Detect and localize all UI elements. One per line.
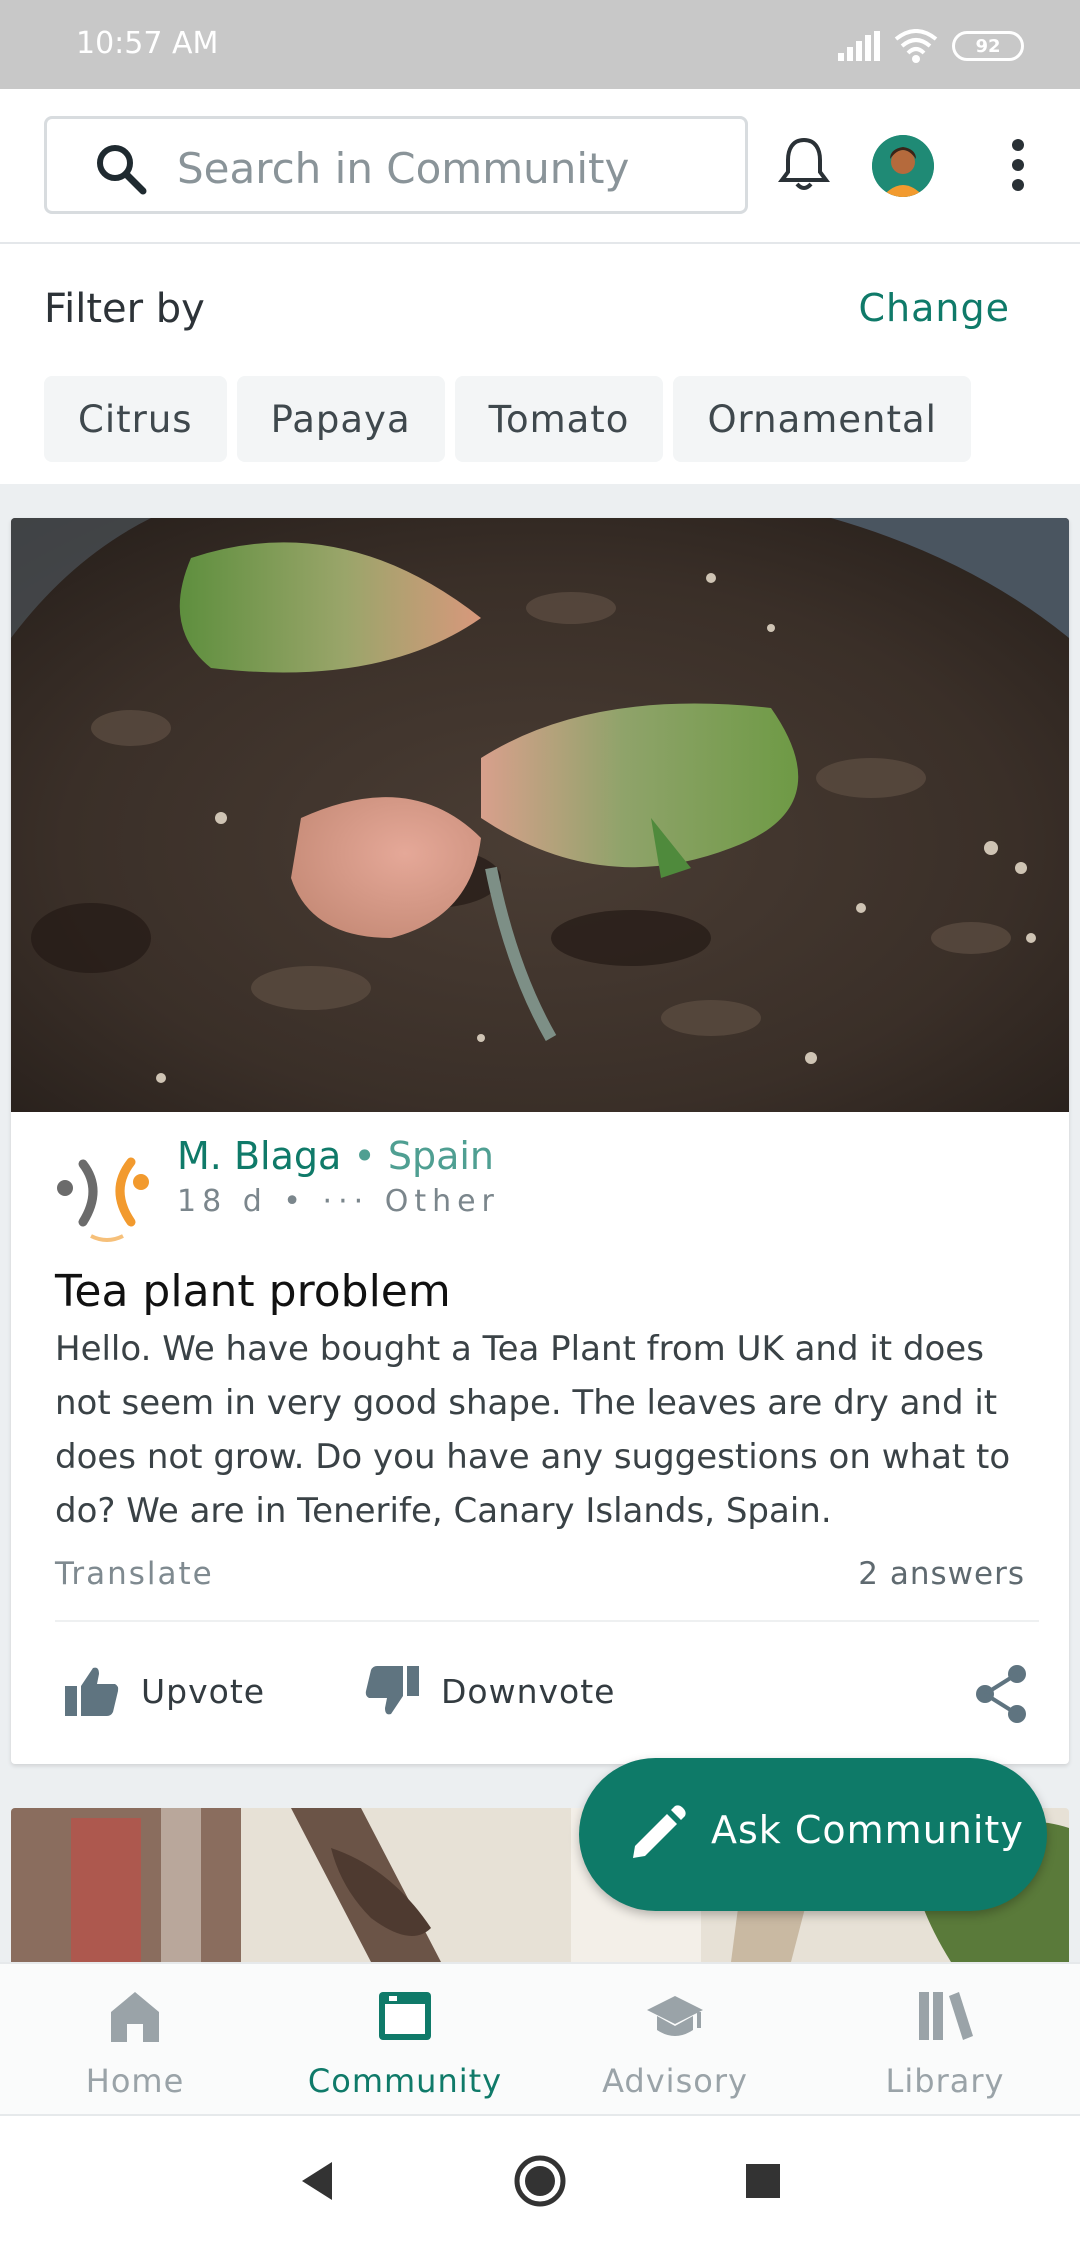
author-country: Spain (387, 1134, 495, 1178)
nav-library-label: Library (885, 2062, 1005, 2100)
ask-community-button[interactable]: Ask Community (579, 1758, 1047, 1911)
system-nav-bar (0, 2116, 1080, 2246)
back-icon[interactable] (288, 2148, 354, 2214)
battery-icon: 92 (952, 31, 1024, 61)
nav-advisory-label: Advisory (602, 2062, 748, 2100)
thumbs-down-icon (365, 1666, 419, 1715)
bell-icon[interactable] (774, 134, 834, 194)
share-icon[interactable] (973, 1664, 1029, 1724)
app-header: Search in Community (0, 89, 1080, 244)
bottom-nav: Home Community Advisory Library (0, 1962, 1080, 2116)
filter-chip-ornamental[interactable]: Ornamental (673, 376, 971, 462)
nav-community-label: Community (307, 2062, 503, 2100)
community-icon (379, 1992, 431, 2040)
post-meta: 18 d • ··· Other (177, 1184, 500, 1219)
upvote-label: Upvote (141, 1671, 266, 1711)
pencil-icon (633, 1805, 686, 1858)
library-icon (919, 1992, 973, 2040)
post-age: 18 d (177, 1184, 268, 1219)
thumbs-up-icon (65, 1667, 119, 1716)
post-card[interactable]: M. Blaga • Spain 18 d • ··· Other Tea pl… (11, 518, 1069, 1764)
filter-chip-tomato[interactable]: Tomato (454, 376, 664, 462)
nav-advisory[interactable]: Advisory (540, 1964, 810, 2118)
upvote-button[interactable]: Upvote (65, 1666, 265, 1716)
post-body[interactable]: Hello. We have bought a Tea Plant from U… (55, 1322, 1039, 1538)
signal-icon (838, 31, 880, 61)
filter-section: Filter by Change Citrus Papaya Tomato Or… (0, 244, 1080, 484)
divider (55, 1620, 1039, 1622)
search-input[interactable]: Search in Community (44, 116, 748, 214)
translate-button[interactable]: Translate (55, 1556, 214, 1592)
change-filter-button[interactable]: Change (859, 286, 1011, 330)
home-button-icon[interactable] (507, 2148, 573, 2214)
filter-chip-citrus[interactable]: Citrus (44, 376, 227, 462)
meta-separator: • (267, 1184, 323, 1219)
filter-title: Filter by (44, 286, 205, 332)
answers-count[interactable]: 2 answers (858, 1556, 1025, 1592)
author-line[interactable]: M. Blaga • Spain (177, 1134, 494, 1178)
wifi-icon (894, 29, 938, 63)
post-title[interactable]: Tea plant problem (55, 1266, 451, 1317)
nav-home[interactable]: Home (0, 1964, 270, 2118)
status-icons: 92 (838, 28, 1024, 64)
status-time: 10:57 AM (76, 26, 219, 61)
search-placeholder: Search in Community (177, 144, 630, 193)
search-icon (97, 145, 147, 195)
author-name[interactable]: M. Blaga (177, 1134, 341, 1178)
nav-home-label: Home (85, 2062, 185, 2100)
ask-community-label: Ask Community (711, 1808, 1024, 1852)
author-separator: • (341, 1134, 388, 1178)
nav-library[interactable]: Library (810, 1964, 1080, 2118)
author-logo[interactable] (53, 1140, 165, 1252)
screen: 10:57 AM 92 Search in Community Filter b… (0, 0, 1080, 2246)
recents-icon[interactable] (730, 2148, 796, 2214)
post-crop: Other (384, 1184, 500, 1219)
home-icon (111, 1992, 159, 2042)
filter-chips: Citrus Papaya Tomato Ornamental (44, 376, 971, 462)
battery-level: 92 (975, 35, 1001, 57)
downvote-button[interactable]: Downvote (365, 1666, 615, 1716)
avatar[interactable] (872, 135, 934, 197)
downvote-label: Downvote (441, 1671, 616, 1711)
graduation-cap-icon (647, 1996, 703, 2036)
status-bar: 10:57 AM 92 (0, 0, 1080, 89)
nav-community[interactable]: Community (270, 1964, 540, 2118)
filter-chip-papaya[interactable]: Papaya (236, 376, 445, 462)
post-image[interactable] (11, 518, 1069, 1112)
more-options-icon[interactable] (1000, 137, 1036, 193)
crop-prefix-icon: ··· (322, 1184, 385, 1219)
